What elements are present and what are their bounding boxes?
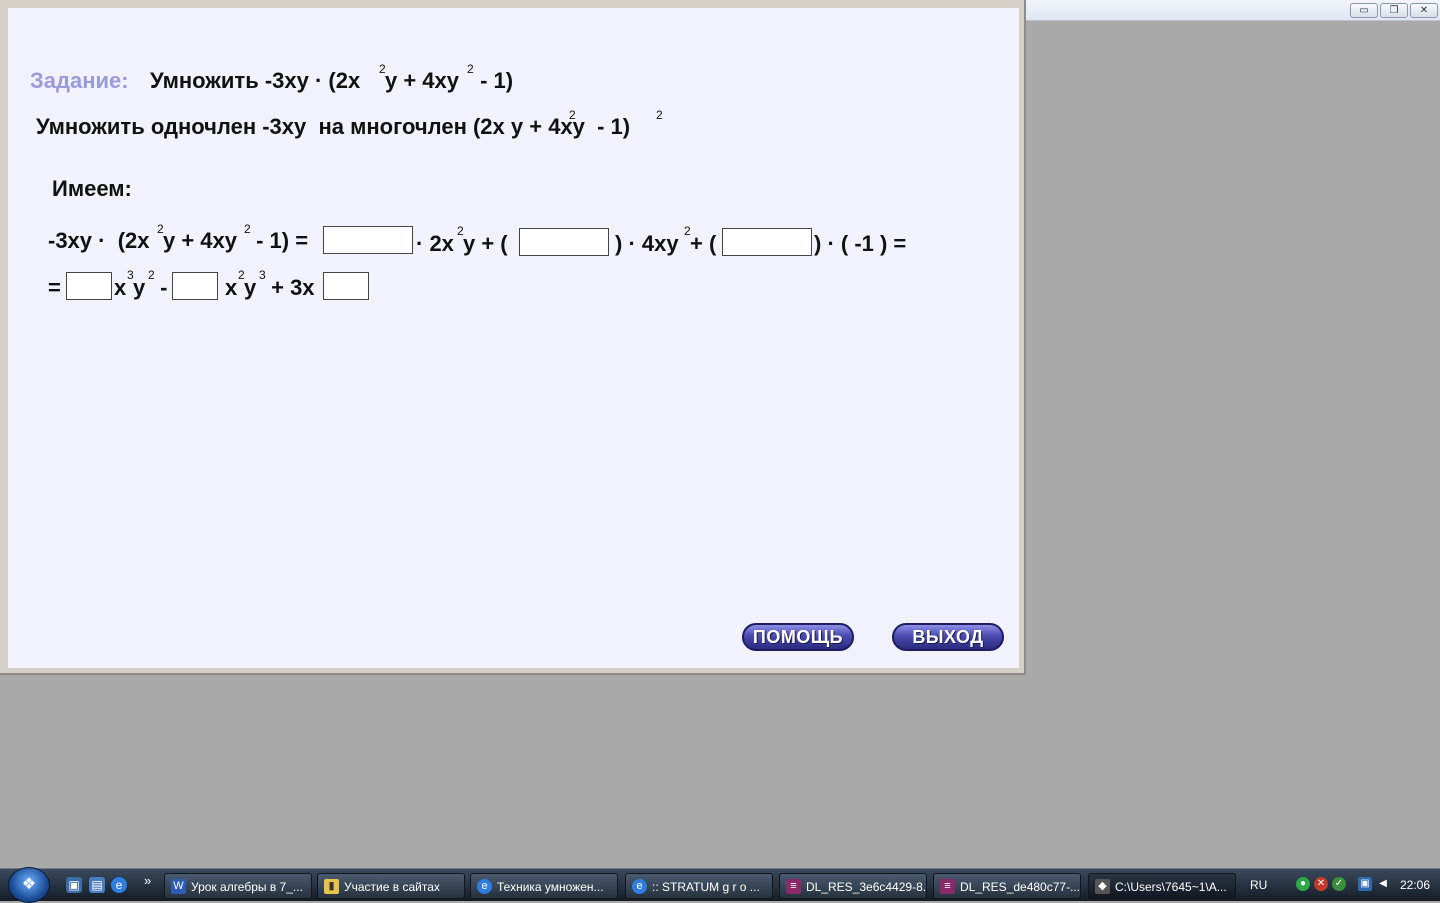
taskbar-item[interactable]: ≡ DL_RES_3e6c4429-8... [779,873,927,899]
subtitle-exponent: 2 [656,108,663,122]
network-icon[interactable]: ▣ [1358,877,1372,891]
taskbar-item-label: DL_RES_de480c77-... [960,880,1081,894]
task-exponent: 2 [467,62,474,76]
volume-icon[interactable]: ◀ [1376,877,1390,891]
equation-text: - [154,275,168,300]
help-button[interactable]: ПОМОЩЬ [742,623,854,651]
coefficient-input-2[interactable] [172,272,218,300]
minimize-button[interactable]: ▭ [1350,3,1378,18]
taskbar-item-label: Техника умножен... [497,880,604,894]
answer-input-3[interactable] [722,228,812,256]
equation-text: ) · ( -1 ) = [814,231,907,256]
network-status-icon[interactable]: ● [1296,877,1310,891]
equation-text: y [133,275,146,300]
language-indicator[interactable]: RU [1250,878,1267,892]
task-text-b: - 1) [474,68,514,93]
taskbar-item[interactable]: e Техника умножен... [470,873,618,899]
taskbar-item-active[interactable]: ◆ C:\Users\7645~1\A... [1088,873,1236,899]
have-label: Имеем: [52,176,132,201]
task-text: Умножить -3xy · (2x [150,68,361,93]
task-text-a: y + 4xy [385,68,460,93]
equation-text: + ( [690,231,717,256]
coefficient-input-1[interactable] [66,272,112,300]
restore-icon: ❐ [1389,5,1399,16]
equation-text: - 1) = [250,228,309,253]
taskbar: ❖ ▣ ▤ e » W Урок алгебры в 7_... ▮ Участ… [0,867,1440,903]
exit-button[interactable]: ВЫХОД [892,623,1004,651]
taskbar-item-label: C:\Users\7645~1\A... [1115,880,1227,894]
equation-text: y + ( [463,231,508,256]
taskbar-item[interactable]: W Урок алгебры в 7_... [164,873,312,899]
equation-text: -3xy · (2x [48,228,150,253]
taskbar-item-label: Участие в сайтах [344,880,440,894]
equation-text: x [225,275,238,300]
equation-text: ) · 4xy [615,231,679,256]
taskbar-item[interactable]: ▮ Участие в сайтах [317,873,465,899]
window-title-bar: ▭ ❐ ✕ [1026,0,1440,21]
show-desktop-icon[interactable]: ▣ [66,877,82,893]
quicklaunch-chevron-icon[interactable]: » [144,873,151,888]
equation-text: y [244,275,257,300]
ie-icon: e [477,879,492,894]
task-label: Задание: [30,68,129,93]
taskbar-item-label: DL_RES_3e6c4429-8... [806,880,927,894]
clock[interactable]: 22:06 [1400,878,1430,892]
ie-icon[interactable]: e [111,877,127,893]
equation-text: y + 4xy [163,228,238,253]
ie-icon: e [632,879,647,894]
maximize-button[interactable]: ❐ [1380,3,1408,18]
equation-text: + 3x [265,275,315,300]
start-button[interactable]: ❖ [8,867,50,903]
word-icon: W [171,879,186,894]
switch-windows-icon[interactable]: ▤ [89,877,105,893]
update-icon[interactable]: ✓ [1332,877,1346,891]
exponent-input[interactable] [323,272,369,300]
equation-text: x [114,275,127,300]
equation-text: = [48,275,61,300]
app-icon: ◆ [1095,879,1110,894]
answer-input-1[interactable] [323,226,413,254]
archive-icon: ≡ [940,879,955,894]
security-alert-icon[interactable]: ✕ [1314,877,1328,891]
taskbar-item[interactable]: ≡ DL_RES_de480c77-... [933,873,1081,899]
subtitle: Умножить одночлен -3xy на многочлен (2x … [36,114,631,139]
taskbar-item-label: Урок алгебры в 7_... [191,880,303,894]
taskbar-item[interactable]: e :: STRATUM g r o ... [625,873,773,899]
app-window: Задание: Умножить -3xy · (2x 2 y + 4xy 2… [0,0,1026,675]
answer-input-2[interactable] [519,228,609,256]
close-button[interactable]: ✕ [1410,3,1438,18]
taskbar-item-label: :: STRATUM g r o ... [652,880,760,894]
equation-text: · 2x [416,231,454,256]
subtitle-exponent: 2 [569,108,576,122]
minimize-icon: ▭ [1359,5,1369,16]
archive-icon: ≡ [786,879,801,894]
close-icon: ✕ [1419,5,1429,16]
lesson-panel: Задание: Умножить -3xy · (2x 2 y + 4xy 2… [8,8,1019,668]
folder-icon: ▮ [324,879,339,894]
windows-logo-icon: ❖ [21,876,37,893]
